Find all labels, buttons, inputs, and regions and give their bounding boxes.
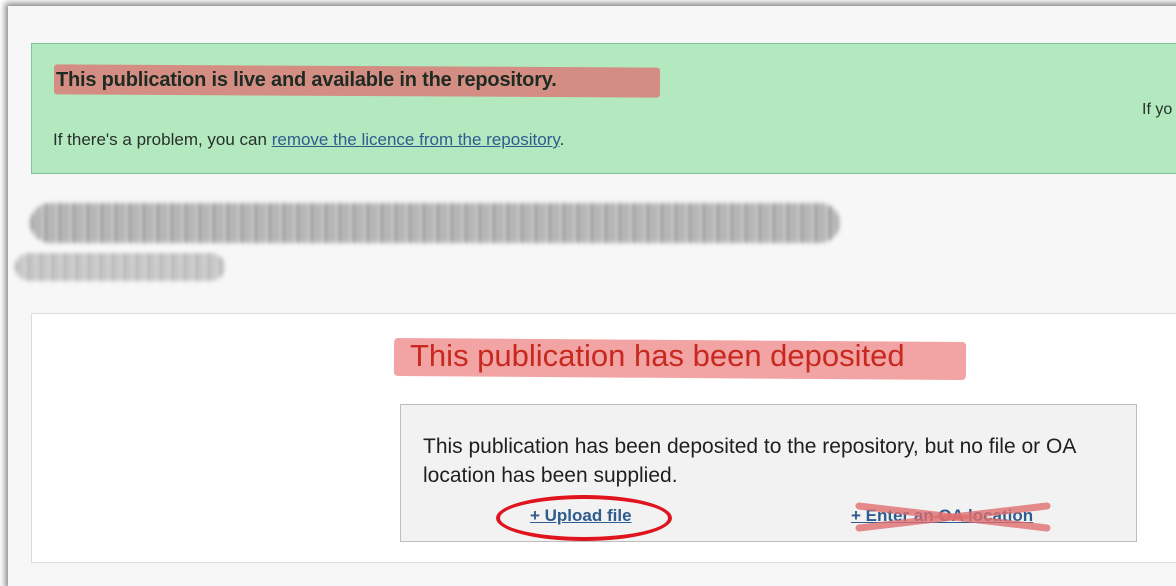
alert-message-suffix: . (559, 130, 565, 149)
enter-oa-location-link[interactable]: + Enter an OA location (851, 506, 1033, 526)
remove-licence-link[interactable]: remove the licence from the repository (272, 130, 560, 149)
upload-file-link[interactable]: + Upload file (530, 506, 632, 526)
deposit-info-text: This publication has been deposited to t… (423, 435, 1076, 487)
alert-message-prefix: If there's a problem, you can (53, 130, 272, 149)
redacted-publication-title (30, 203, 840, 243)
redacted-publication-date (15, 253, 225, 281)
alert-message: If there's a problem, you can remove the… (53, 130, 564, 150)
deposit-heading: This publication has been deposited (410, 338, 905, 373)
deposit-info-box: This publication has been deposited to t… (400, 404, 1137, 542)
alert-title: This publication is live and available i… (56, 69, 557, 91)
success-alert: This publication is live and available i… (31, 43, 1176, 174)
deposit-panel: This publication has been deposited This… (31, 313, 1176, 563)
alert-side-text: If yo (1142, 101, 1173, 118)
